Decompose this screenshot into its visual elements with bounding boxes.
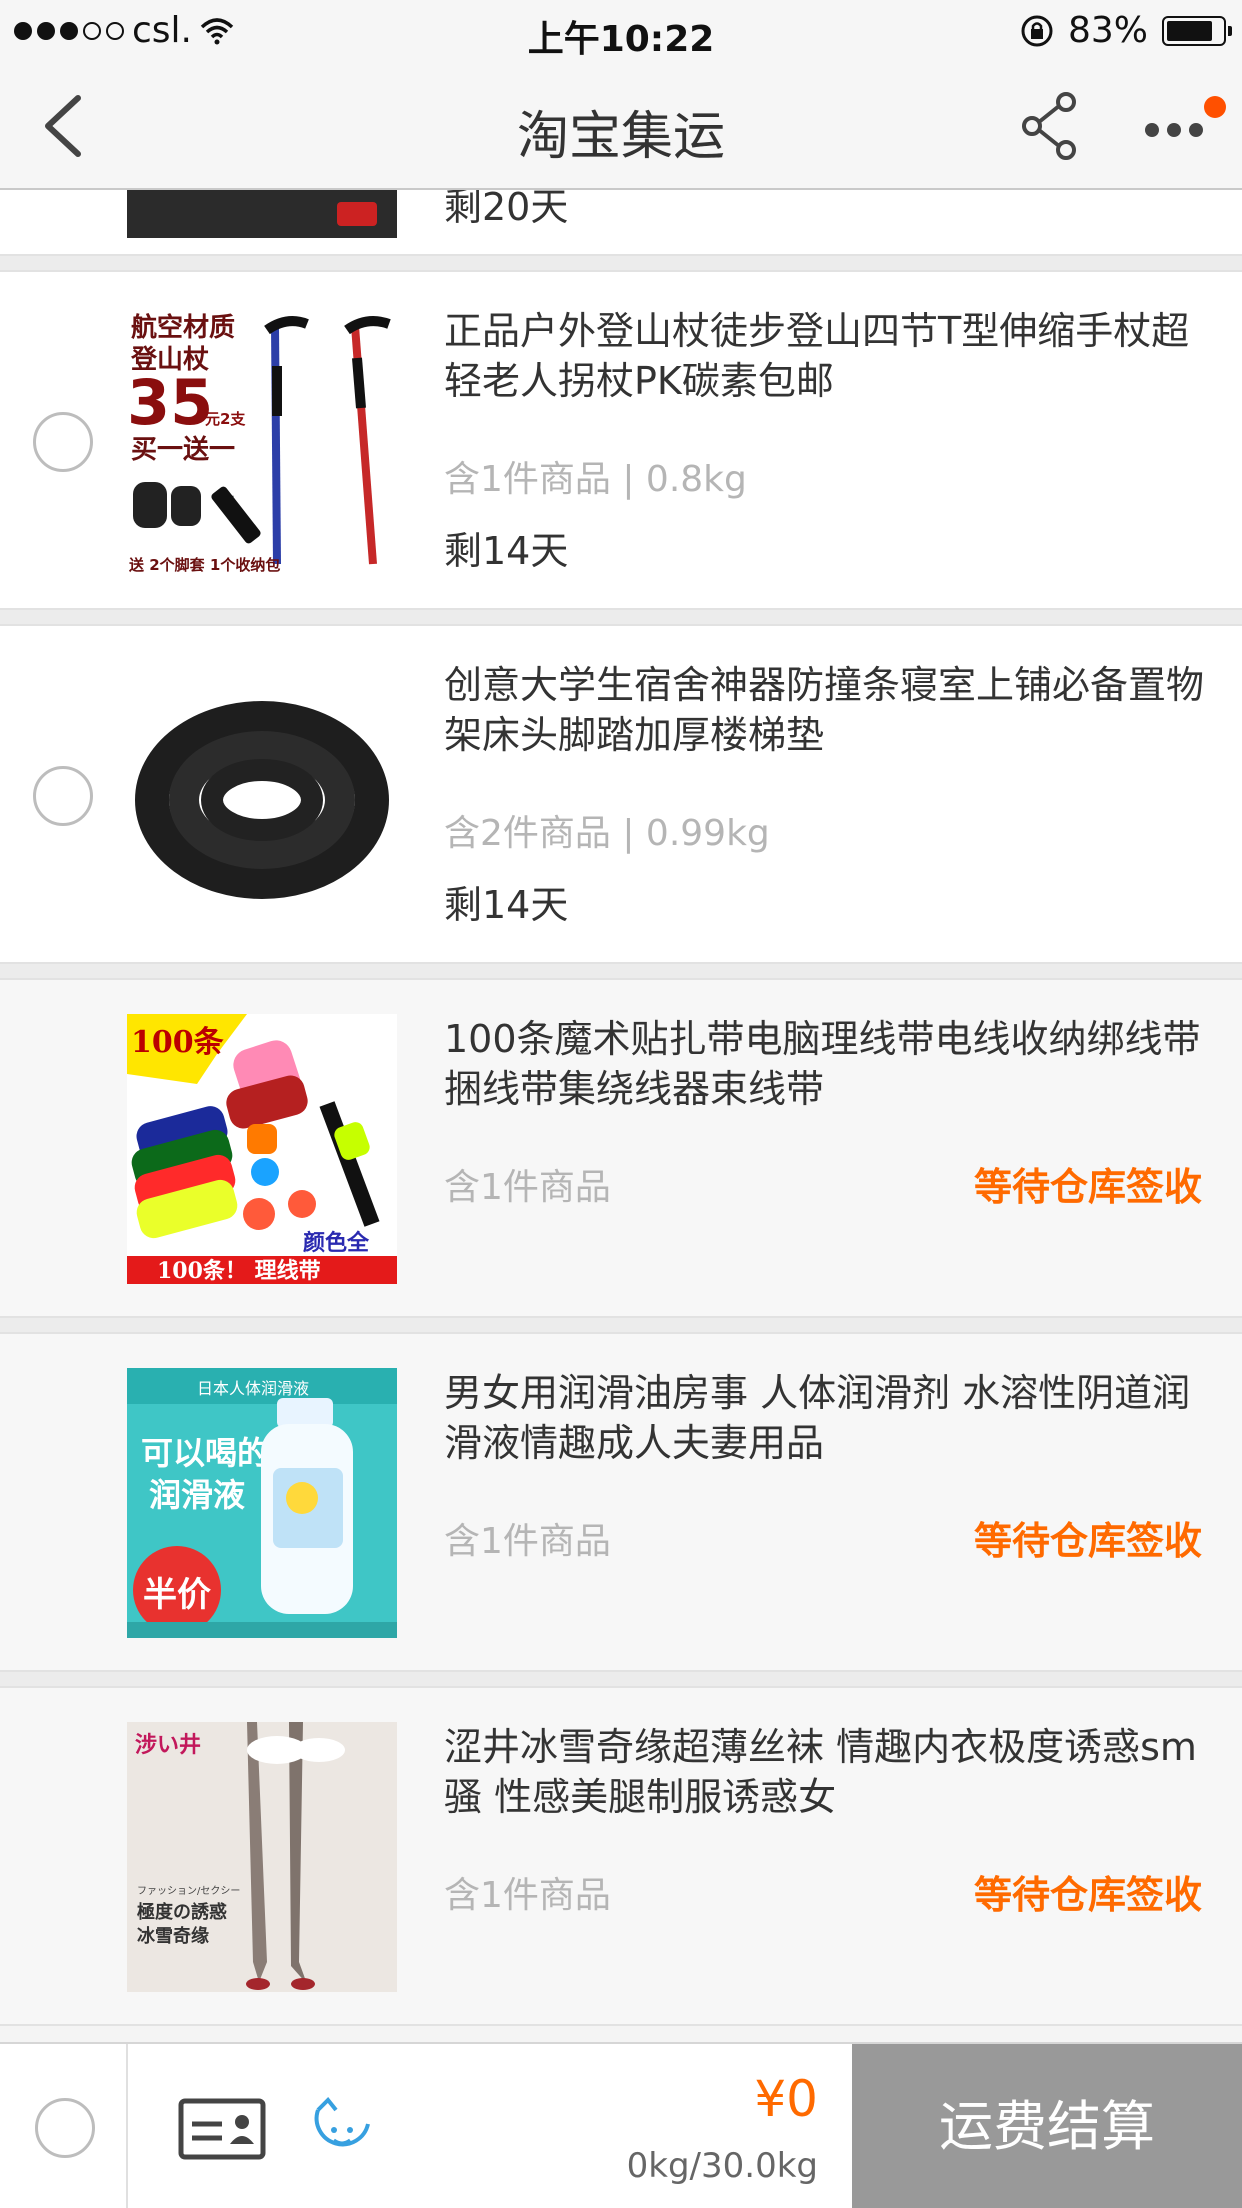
product-thumbnail[interactable]: 日本人体润滑液 可以喝的 润滑液 半价 [127, 1368, 397, 1638]
product-title: 男女用润滑油房事 人体润滑剂 水溶性阴道润滑液情趣成人夫妻用品 [444, 1371, 1191, 1465]
product-title: 正品户外登山杖徒步登山四节T型伸缩手杖超轻老人拐杖PK碳素包邮 [444, 309, 1190, 403]
total-price: ¥0 [754, 2070, 818, 2128]
item-meta: 含2件商品 | 0.99kg [444, 813, 770, 854]
id-card-icon[interactable] [178, 2098, 266, 2160]
product-thumbnail[interactable] [127, 660, 397, 930]
product-title: 创意大学生宿舍神器防撞条寝室上铺必备置物架床头脚踏加厚楼梯垫 [444, 663, 1205, 757]
thumb-text-colors: 颜色全 [303, 1230, 370, 1256]
select-radio[interactable] [33, 766, 93, 826]
list-item[interactable]: 100条 颜色全 100条！ 理线带 100条魔术贴扎带电脑理线带电线收纳绑线带… [0, 978, 1242, 1318]
total-weight: 0kg/30.0kg [626, 2146, 818, 2186]
thumb-text-count: 100条 [131, 1025, 224, 1060]
days-remaining: 剩14天 [444, 883, 569, 927]
status-label: 等待仓库签收 [973, 1165, 1202, 1209]
thumb-text-material: 航空材质 [131, 312, 235, 343]
thumb-text-gift: 送 2个脚套 1个收纳包 [128, 556, 280, 574]
thumb-text-top: 日本人体润滑液 [197, 1379, 309, 1398]
checkout-button[interactable]: 运费结算 [852, 2044, 1242, 2208]
divider [126, 2044, 128, 2208]
battery-percent: 83% [1067, 10, 1148, 51]
parcel-list: 剩20天 航空材质 登山杖 35 元2支 买一送一 + [0, 190, 1242, 2026]
days-remaining: 剩20天 [444, 190, 569, 229]
thumb-text-sub3: 冰雪奇缘 [137, 1925, 209, 1947]
item-meta: 含1件商品 | 0.8kg [444, 459, 747, 500]
list-item-partial[interactable]: 剩20天 [0, 190, 1242, 256]
thumb-text-headline2: 润滑液 [149, 1476, 245, 1514]
list-item[interactable]: 创意大学生宿舍神器防撞条寝室上铺必备置物架床头脚踏加厚楼梯垫 含2件商品 | 0… [0, 624, 1242, 964]
list-item[interactable]: 日本人体润滑液 可以喝的 润滑液 半价 男女用润滑油房事 人体润滑剂 水溶性阴道… [0, 1332, 1242, 1672]
product-thumbnail[interactable]: 涉い井 ファッション/セクシー 極度の誘惑 冰雪奇缘 [127, 1722, 397, 1992]
thumb-text-banner: 100条！ 理线带 [157, 1258, 321, 1284]
customer-service-icon[interactable] [310, 2096, 374, 2160]
item-meta: 含1件商品 [444, 1875, 611, 1916]
days-remaining: 剩14天 [444, 529, 569, 573]
list-item[interactable]: 涉い井 ファッション/セクシー 極度の誘惑 冰雪奇缘 涩井冰雪奇缘超薄丝袜 情趣… [0, 1686, 1242, 2026]
product-thumbnail [127, 190, 397, 238]
status-bar: csl. 上午10:22 83% [0, 0, 1242, 62]
share-icon[interactable] [1018, 90, 1082, 162]
status-label: 等待仓库签收 [973, 1873, 1202, 1917]
thumb-text-sub1: ファッション/セクシー [137, 1885, 240, 1897]
list-item[interactable]: 航空材质 登山杖 35 元2支 买一送一 + 送 2个脚套 [0, 270, 1242, 610]
thumb-text-headline1: 可以喝的 [141, 1434, 269, 1472]
status-label: 等待仓库签收 [973, 1519, 1202, 1563]
thumb-text-sub2: 極度の誘惑 [137, 1901, 227, 1923]
select-radio[interactable] [33, 412, 93, 472]
select-all-radio[interactable] [35, 2098, 95, 2158]
thumb-text-price-unit: 元2支 [205, 410, 246, 428]
product-title: 涩井冰雪奇缘超薄丝袜 情趣内衣极度诱惑sm骚 性感美腿制服诱惑女 [444, 1725, 1197, 1819]
notification-badge [1204, 96, 1226, 118]
rotation-lock-icon [1021, 15, 1053, 46]
more-options-button[interactable] [1140, 90, 1230, 162]
thumb-text-price: 35 [127, 366, 213, 439]
app-root: csl. 上午10:22 83% 淘宝集运 剩20天 航空材质 登山杖 35 元… [0, 0, 1242, 2208]
status-right: 83% [1020, 10, 1232, 51]
item-meta: 含1件商品 [444, 1521, 611, 1562]
battery-icon [1162, 15, 1232, 46]
thumb-text-promo: 买一送一 [131, 435, 235, 465]
item-meta: 含1件商品 [444, 1167, 611, 1208]
navigation-bar: 淘宝集运 [0, 62, 1242, 190]
product-thumbnail[interactable]: 航空材质 登山杖 35 元2支 买一送一 + 送 2个脚套 [127, 306, 397, 576]
thumb-text-badge: 半价 [143, 1575, 211, 1615]
bottom-checkout-bar: ¥0 0kg/30.0kg 运费结算 [0, 2042, 1242, 2208]
product-thumbnail[interactable]: 100条 颜色全 100条！ 理线带 [127, 1014, 397, 1284]
product-title: 100条魔术贴扎带电脑理线带电线收纳绑线带捆线带集绕线器束线带 [444, 1017, 1201, 1111]
thumb-text-brand: 涉い井 [135, 1733, 201, 1758]
